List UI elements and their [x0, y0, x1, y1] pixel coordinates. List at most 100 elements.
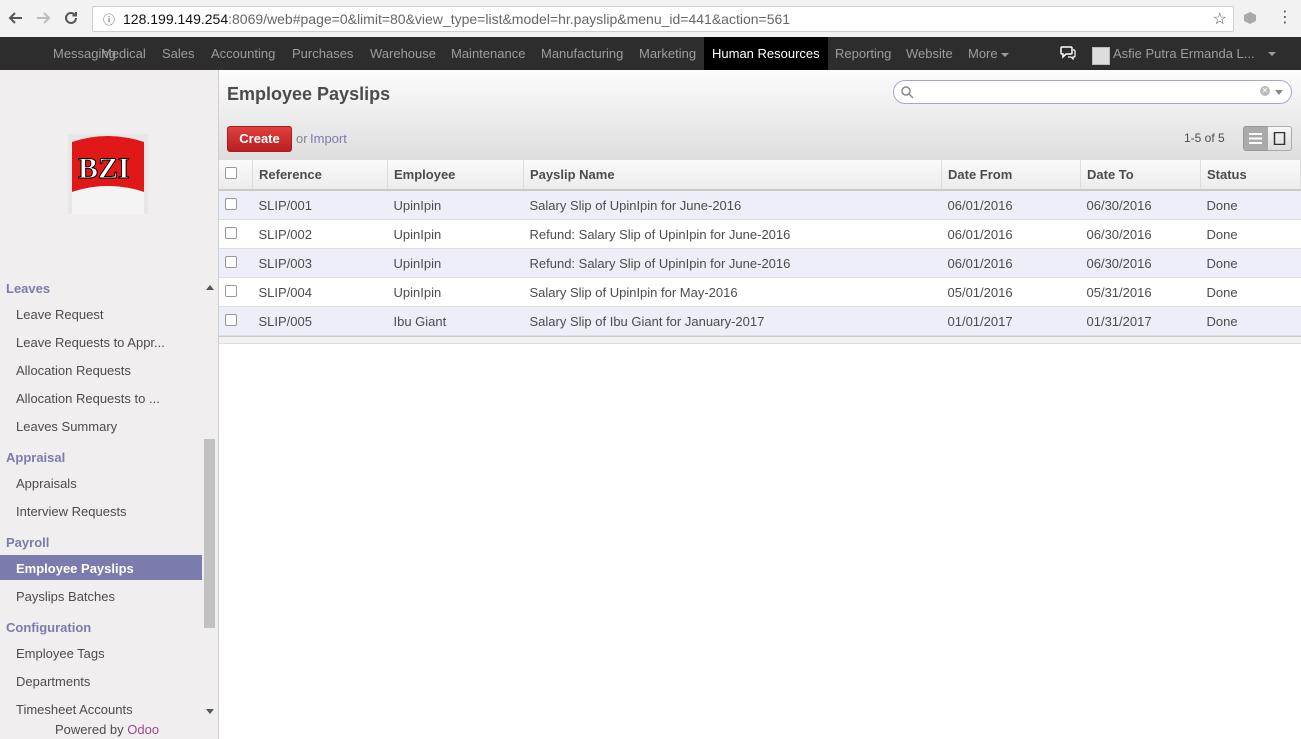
chevron-down-icon: [1001, 52, 1010, 57]
browser-menu-icon[interactable]: ⋮: [1277, 9, 1293, 27]
sidebar-scrollbar[interactable]: [204, 439, 215, 628]
pager-value[interactable]: 1-5 of 5: [1184, 131, 1225, 145]
cell-payslip-name: Salary Slip of UpinIpin for May-2016: [523, 277, 942, 307]
url-path: :8069/web#page=0&limit=80&view_type=list…: [228, 11, 791, 27]
table-header-row: Reference Employee Payslip Name Date Fro…: [219, 160, 1301, 191]
select-all-checkbox[interactable]: [225, 167, 237, 179]
import-link[interactable]: Import: [310, 131, 347, 146]
cell-status: Done: [1200, 277, 1301, 307]
column-header-status[interactable]: Status: [1200, 160, 1301, 191]
column-header-date-to[interactable]: Date To: [1080, 160, 1201, 191]
sidebar-item-leaves-summary[interactable]: Leaves Summary: [16, 419, 117, 434]
menu-more[interactable]: More: [960, 37, 1017, 70]
menu-purchases[interactable]: Purchases: [284, 37, 361, 70]
user-menu-chevron-icon[interactable]: [1268, 52, 1276, 56]
browser-toolbar: ⓘ 128.199.149.254:8069/web#page=0&limit=…: [0, 0, 1301, 38]
cell-date-from: 06/01/2016: [941, 190, 1081, 220]
row-select-cell: [219, 248, 253, 278]
menu-sales[interactable]: Sales: [154, 37, 203, 70]
row-checkbox[interactable]: [225, 197, 237, 210]
table-row[interactable]: SLIP/003 UpinIpin Refund: Salary Slip of…: [219, 248, 1301, 278]
sidebar-section-configuration[interactable]: Configuration: [6, 620, 91, 635]
sidebar-item-allocation-requests[interactable]: Allocation Requests: [16, 363, 131, 378]
chat-icon[interactable]: [1060, 46, 1076, 60]
payslips-table: Reference Employee Payslip Name Date Fro…: [219, 160, 1301, 336]
sidebar-section-appraisal[interactable]: Appraisal: [6, 450, 65, 465]
reload-icon[interactable]: [58, 5, 84, 31]
scroll-up-arrow-icon[interactable]: [206, 285, 214, 290]
cell-employee: UpinIpin: [387, 190, 524, 220]
sidebar-item-employee-tags[interactable]: Employee Tags: [16, 646, 105, 661]
table-row[interactable]: SLIP/005 Ibu Giant Salary Slip of Ibu Gi…: [219, 306, 1301, 336]
row-checkbox[interactable]: [225, 226, 237, 239]
cell-employee: Ibu Giant: [387, 306, 524, 336]
table-row[interactable]: SLIP/002 UpinIpin Refund: Salary Slip of…: [219, 219, 1301, 249]
sidebar-item-allocation-requests-to-approve[interactable]: Allocation Requests to ...: [16, 391, 160, 406]
cell-date-to: 01/31/2017: [1080, 306, 1201, 336]
create-button[interactable]: Create: [227, 126, 292, 152]
avatar[interactable]: [1092, 47, 1110, 65]
row-checkbox[interactable]: [225, 313, 237, 326]
info-icon[interactable]: ⓘ: [99, 11, 119, 28]
column-header-employee[interactable]: Employee: [387, 160, 524, 191]
row-checkbox[interactable]: [225, 284, 237, 297]
menu-manufacturing[interactable]: Manufacturing: [533, 37, 631, 70]
sidebar-section-leaves[interactable]: Leaves: [6, 281, 50, 296]
form-view-icon: [1273, 132, 1286, 145]
cell-payslip-name: Salary Slip of UpinIpin for June-2016: [523, 190, 942, 220]
menu-website[interactable]: Website: [898, 37, 961, 70]
powered-by-label: Powered by: [55, 722, 124, 737]
search-options-chevron-icon[interactable]: [1275, 90, 1283, 95]
table-row[interactable]: SLIP/004 UpinIpin Salary Slip of UpinIpi…: [219, 277, 1301, 307]
sidebar-item-appraisals[interactable]: Appraisals: [16, 476, 77, 491]
sidebar-item-label: Employee Payslips: [16, 561, 134, 576]
menu-maintenance[interactable]: Maintenance: [443, 37, 533, 70]
menu-accounting[interactable]: Accounting: [203, 37, 283, 70]
menu-human-resources[interactable]: Human Resources: [704, 37, 828, 70]
column-header-payslip-name[interactable]: Payslip Name: [523, 160, 942, 191]
row-checkbox[interactable]: [225, 255, 237, 268]
cell-date-from: 01/01/2017: [941, 306, 1081, 336]
sidebar-item-interview-requests[interactable]: Interview Requests: [16, 504, 127, 519]
form-view-button[interactable]: [1267, 126, 1292, 151]
extension-icon[interactable]: [1242, 10, 1258, 26]
sidebar-item-departments[interactable]: Departments: [16, 674, 90, 689]
address-bar[interactable]: ⓘ 128.199.149.254:8069/web#page=0&limit=…: [92, 6, 1234, 32]
cell-date-to: 06/30/2016: [1080, 219, 1201, 249]
search-box[interactable]: ✕: [893, 80, 1292, 104]
table-footer: [219, 336, 1301, 344]
table-row[interactable]: SLIP/001 UpinIpin Salary Slip of UpinIpi…: [219, 190, 1301, 220]
clear-search-icon[interactable]: ✕: [1260, 86, 1270, 96]
user-name[interactable]: Asfie Putra Ermanda L...: [1113, 37, 1255, 70]
sidebar-section-payroll[interactable]: Payroll: [6, 535, 49, 550]
main-content: Employee Payslips ✕ Create or Import 1-5…: [219, 70, 1301, 739]
sidebar-item-leave-request[interactable]: Leave Request: [16, 307, 103, 322]
menu-medical[interactable]: Medical: [93, 37, 154, 70]
cell-payslip-name: Refund: Salary Slip of UpinIpin for June…: [523, 219, 942, 249]
column-header-date-from[interactable]: Date From: [941, 160, 1081, 191]
back-icon[interactable]: [3, 5, 29, 31]
search-input[interactable]: [918, 83, 1242, 103]
scroll-down-arrow-icon[interactable]: [206, 709, 214, 714]
menu-warehouse[interactable]: Warehouse: [362, 37, 444, 70]
powered-by: Powered by Odoo: [55, 722, 159, 737]
url-host: 128.199.149.254: [123, 11, 229, 27]
forward-icon[interactable]: [30, 5, 56, 31]
cell-payslip-name: Refund: Salary Slip of UpinIpin for June…: [523, 248, 942, 278]
cell-date-to: 06/30/2016: [1080, 190, 1201, 220]
select-all-cell: [219, 160, 253, 191]
menu-reporting[interactable]: Reporting: [827, 37, 899, 70]
cell-date-from: 06/01/2016: [941, 219, 1081, 249]
or-text: or: [296, 131, 308, 146]
cell-status: Done: [1200, 219, 1301, 249]
column-header-reference[interactable]: Reference: [252, 160, 388, 191]
menu-marketing[interactable]: Marketing: [631, 37, 704, 70]
sidebar-item-payslips-batches[interactable]: Payslips Batches: [16, 589, 115, 604]
cell-status: Done: [1200, 190, 1301, 220]
bookmark-star-icon[interactable]: ☆: [1213, 9, 1227, 29]
sidebar-item-timesheet-accounts[interactable]: Timesheet Accounts: [16, 702, 133, 717]
sidebar-item-leave-requests-to-approve[interactable]: Leave Requests to Appr...: [16, 335, 165, 350]
list-view-button[interactable]: [1243, 126, 1268, 151]
logo-text: BZI: [78, 152, 130, 185]
odoo-link[interactable]: Odoo: [127, 722, 159, 737]
